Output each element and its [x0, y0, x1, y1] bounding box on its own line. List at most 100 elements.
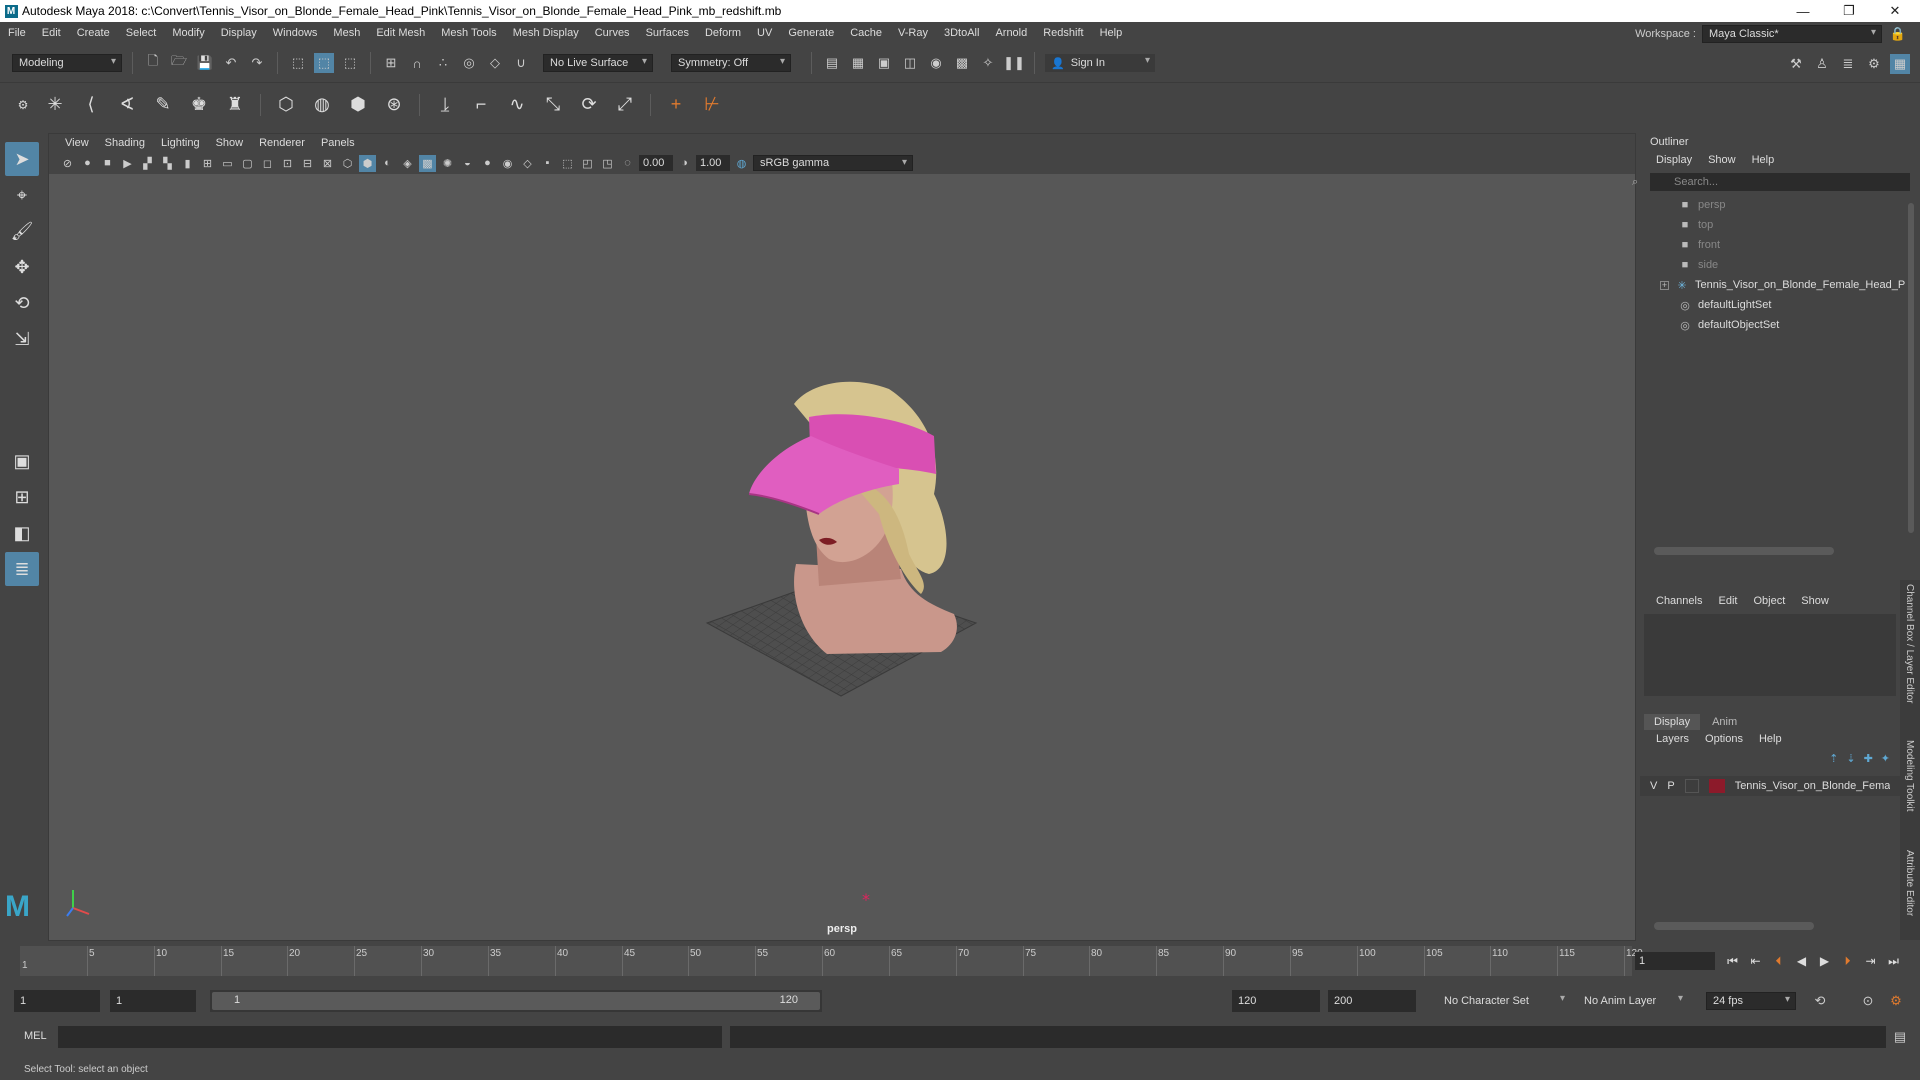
- animation-start-field[interactable]: 1: [14, 990, 100, 1012]
- lattice-icon[interactable]: ◍: [307, 90, 337, 120]
- single-perspective-layout-icon[interactable]: ▣: [5, 444, 39, 478]
- grease-pencil-icon[interactable]: ▮: [179, 155, 196, 172]
- textured-icon[interactable]: ▩: [419, 154, 436, 172]
- pencil-curve-icon[interactable]: ✎: [148, 90, 178, 120]
- move-tool-icon[interactable]: ✥: [5, 250, 39, 284]
- current-frame-field[interactable]: 1: [1635, 952, 1715, 970]
- select-by-component-icon[interactable]: ⬡: [271, 90, 301, 120]
- color-management-icon[interactable]: ◍: [733, 155, 750, 172]
- playback-end-field[interactable]: 120: [1232, 990, 1320, 1012]
- outliner-search-input[interactable]: ⌕ Search...: [1632, 173, 1910, 191]
- menu-file[interactable]: File: [0, 27, 34, 39]
- field-chart-icon[interactable]: ⊡: [279, 155, 296, 172]
- move-layer-down-icon[interactable]: ⇣: [1846, 752, 1855, 765]
- layer-color-swatch[interactable]: [1708, 779, 1725, 793]
- menu-uv[interactable]: UV: [749, 27, 780, 39]
- outliner-item[interactable]: ■ front: [1640, 235, 1920, 255]
- workspace-dropdown[interactable]: Maya Classic*: [1702, 25, 1882, 43]
- motion-blur-icon[interactable]: ◉: [499, 155, 516, 172]
- viewport-menu-renderer[interactable]: Renderer: [251, 137, 313, 149]
- render-settings-icon[interactable]: ▤: [822, 53, 842, 73]
- script-editor-icon[interactable]: ▤: [1890, 1027, 1910, 1047]
- character-set-dropdown[interactable]: No Character Set: [1438, 992, 1570, 1010]
- cluster-icon[interactable]: ⬢: [343, 90, 373, 120]
- tab-anim[interactable]: Anim: [1702, 714, 1747, 730]
- outliner-item[interactable]: ■ persp: [1640, 195, 1920, 215]
- move-layer-up-icon[interactable]: ⇡: [1829, 752, 1838, 765]
- snap-magnet-icon[interactable]: ∪: [511, 53, 531, 73]
- camera-attributes-icon[interactable]: ■: [99, 155, 116, 172]
- lock-icon[interactable]: 🔒: [1888, 24, 1908, 44]
- twist-deformer-icon[interactable]: ⟳: [574, 90, 604, 120]
- ep-curve-icon[interactable]: ∢: [112, 90, 142, 120]
- current-time-marker[interactable]: 1: [22, 960, 28, 971]
- range-bar[interactable]: 1 120: [210, 990, 822, 1012]
- menu-vray[interactable]: V-Ray: [890, 27, 936, 39]
- menu-cache[interactable]: Cache: [842, 27, 890, 39]
- channel-box-menu-object[interactable]: Object: [1745, 595, 1793, 607]
- gamma-icon[interactable]: ◑: [676, 155, 693, 172]
- layer-row[interactable]: V P Tennis_Visor_on_Blonde_Fema: [1640, 776, 1900, 796]
- menu-curves[interactable]: Curves: [587, 27, 638, 39]
- sine-deformer-icon[interactable]: ∿: [502, 90, 532, 120]
- outliner-menu-display[interactable]: Display: [1648, 154, 1700, 166]
- menu-set-dropdown[interactable]: Modeling: [12, 54, 122, 72]
- menu-create[interactable]: Create: [69, 27, 118, 39]
- redo-icon[interactable]: ↷: [247, 53, 267, 73]
- save-scene-icon[interactable]: 💾: [195, 53, 215, 73]
- menu-modify[interactable]: Modify: [164, 27, 212, 39]
- default-material-icon[interactable]: ◐: [379, 155, 396, 172]
- layer-playback-toggle[interactable]: P: [1667, 780, 1674, 792]
- cv-curve-icon[interactable]: ⟨: [76, 90, 106, 120]
- layer-visibility-toggle[interactable]: V: [1650, 780, 1657, 792]
- filter-icon[interactable]: ⌕: [1632, 176, 1638, 189]
- render-frame-icon[interactable]: ▦: [848, 53, 868, 73]
- select-component-icon[interactable]: ⬚: [340, 53, 360, 73]
- layer-menu-options[interactable]: Options: [1697, 733, 1751, 745]
- outliner-menu-help[interactable]: Help: [1744, 154, 1783, 166]
- animation-end-field[interactable]: 200: [1328, 990, 1416, 1012]
- select-tool-icon[interactable]: ➤: [5, 142, 39, 176]
- squash-deformer-icon[interactable]: ⤡: [538, 90, 568, 120]
- play-backwards-icon[interactable]: ◀: [1793, 952, 1810, 970]
- resolution-gate-icon[interactable]: ▢: [239, 155, 256, 172]
- outliner-item[interactable]: ■ side: [1640, 255, 1920, 275]
- locator-icon[interactable]: +: [661, 90, 691, 120]
- menu-surfaces[interactable]: Surfaces: [638, 27, 697, 39]
- minimize-button[interactable]: —: [1780, 0, 1826, 22]
- snap-grid-icon[interactable]: ⊞: [381, 53, 401, 73]
- side-tab-attribute-editor[interactable]: Attribute Editor: [1904, 850, 1915, 916]
- new-scene-icon[interactable]: 🗋: [143, 53, 163, 73]
- menu-deform[interactable]: Deform: [697, 27, 749, 39]
- character-controls-toggle-icon[interactable]: ♙: [1812, 54, 1832, 74]
- shadows-icon[interactable]: ◒: [459, 155, 476, 172]
- fps-dropdown[interactable]: 24 fps: [1706, 992, 1796, 1010]
- image-plane-icon[interactable]: ▞: [139, 155, 156, 172]
- wireframe-on-shaded-icon[interactable]: ◈: [399, 155, 416, 172]
- outliner-horizontal-scrollbar[interactable]: [1654, 547, 1834, 555]
- channel-box-menu-channels[interactable]: Channels: [1648, 595, 1710, 607]
- outliner-layout-icon[interactable]: ≣: [5, 552, 39, 586]
- smooth-shade-icon[interactable]: ⬢: [359, 154, 376, 172]
- auto-key-icon[interactable]: ⊙: [1858, 991, 1878, 1011]
- go-to-start-icon[interactable]: ⏮: [1724, 952, 1741, 970]
- menu-redshift[interactable]: Redshift: [1035, 27, 1091, 39]
- select-object-icon[interactable]: ⬚: [314, 53, 334, 73]
- maximize-button[interactable]: ❐: [1826, 0, 1872, 22]
- time-ruler[interactable]: 1 5 10 15 20 25 30 35 40 45 50 55 60 65 70 75 80 85 90 95 10…: [20, 946, 1643, 976]
- safe-title-icon[interactable]: ⊠: [319, 155, 336, 172]
- bookmarks-icon[interactable]: ▶: [119, 155, 136, 172]
- flare-deformer-icon[interactable]: ⌐: [466, 90, 496, 120]
- snap-surface-icon[interactable]: ◇: [485, 53, 505, 73]
- menu-generate[interactable]: Generate: [780, 27, 842, 39]
- hypershade-icon[interactable]: ◉: [926, 53, 946, 73]
- anti-aliasing-icon[interactable]: ◇: [519, 155, 536, 172]
- channel-box-toggle-icon[interactable]: ▦: [1890, 54, 1910, 74]
- new-layer-from-selection-icon[interactable]: ✦: [1881, 752, 1890, 765]
- shelf-settings-icon[interactable]: ⚙: [8, 90, 38, 120]
- depth-of-field-icon[interactable]: ▪: [539, 155, 556, 172]
- side-tab-channel-box[interactable]: Channel Box / Layer Editor: [1904, 584, 1915, 704]
- step-forward-key-icon[interactable]: ⇥: [1862, 952, 1879, 970]
- pause-icon[interactable]: ❚❚: [1003, 53, 1025, 73]
- side-tab-modeling-toolkit[interactable]: Modeling Toolkit: [1904, 740, 1915, 812]
